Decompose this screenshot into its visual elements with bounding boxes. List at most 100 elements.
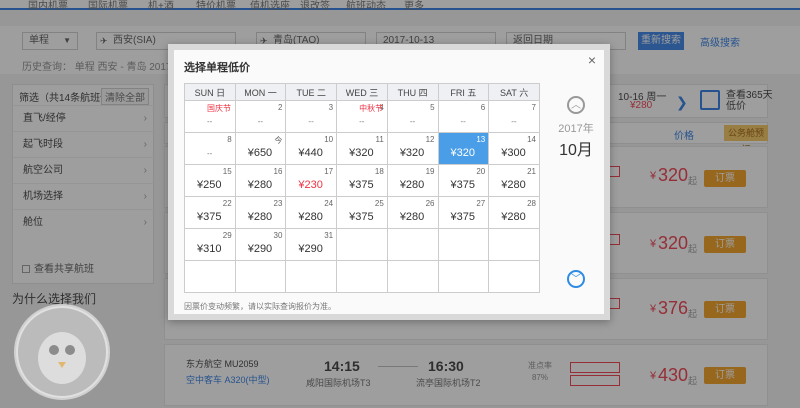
day-price: ¥290 — [298, 243, 323, 255]
calendar-day-cell: 8 -- — [184, 132, 236, 165]
day-price: ¥440 — [298, 147, 323, 159]
day-number: 10 — [324, 135, 334, 144]
day-price: ¥280 — [501, 211, 526, 223]
day-number: 15 — [222, 167, 232, 176]
calendar-day-cell[interactable]: 28 ¥280 — [488, 196, 540, 229]
day-number: 29 — [222, 231, 232, 240]
no-price: -- — [359, 117, 365, 126]
calendar-day-cell[interactable]: 26 ¥280 — [386, 196, 439, 229]
calendar-day-cell[interactable]: 27 ¥375 — [437, 196, 490, 229]
calendar-day-cell: 5 -- — [386, 100, 439, 133]
watermark-logo — [14, 304, 110, 400]
day-number: 12 — [425, 135, 435, 144]
calendar-day-cell[interactable]: 13 ¥320 — [437, 132, 490, 165]
calendar-empty-cell — [285, 260, 338, 293]
weekday-sun: SUN 日 — [184, 83, 236, 101]
calendar-day-cell[interactable]: 30 ¥290 — [234, 228, 287, 261]
weekday-thu: THU 四 — [386, 83, 439, 101]
day-number: 21 — [527, 167, 536, 176]
calendar-empty-cell — [437, 260, 490, 293]
day-number: 26 — [425, 199, 435, 208]
day-number: 6 — [480, 103, 486, 112]
day-number: 17 — [324, 167, 334, 176]
day-number: 5 — [430, 103, 435, 112]
chevron-down-icon[interactable]: ﹀ — [567, 270, 585, 288]
calendar-day-cell[interactable]: 17 ¥230 — [285, 164, 338, 197]
calendar-empty-cell — [386, 260, 439, 293]
day-number: 11 — [375, 135, 384, 144]
day-price: ¥375 — [197, 211, 222, 223]
calendar-empty-cell — [437, 228, 490, 261]
calendar-week-row: 8 -- 今 ¥650 10 ¥440 11 ¥320 12 ¥320 13 ¥320 14 ¥300 — [184, 132, 540, 165]
calendar-day-cell[interactable]: 24 ¥280 — [285, 196, 338, 229]
day-price: ¥310 — [197, 243, 222, 255]
calendar-day-cell[interactable]: 16 ¥280 — [234, 164, 287, 197]
weekday-tue: TUE 二 — [285, 83, 338, 101]
chevron-up-icon[interactable]: ︿ — [567, 96, 585, 114]
day-price: ¥280 — [399, 211, 425, 223]
calendar-day-cell[interactable]: 今 ¥650 — [234, 132, 287, 165]
day-price: ¥320 — [450, 147, 475, 159]
weekday-wed: WED 三 — [336, 83, 388, 101]
weekday-sat: SAT 六 — [488, 83, 540, 101]
day-price: ¥320 — [349, 147, 374, 159]
close-icon[interactable]: × — [588, 52, 596, 68]
calendar-day-cell[interactable]: 29 ¥310 — [184, 228, 236, 261]
calendar-day-cell[interactable]: 21 ¥280 — [488, 164, 540, 197]
day-number: 13 — [476, 135, 486, 144]
day-price: ¥250 — [197, 179, 222, 191]
day-number: 27 — [476, 199, 486, 208]
calendar-day-cell[interactable]: 11 ¥320 — [336, 132, 388, 165]
month-navigator: ︿ 2017年 10月 — [546, 96, 606, 160]
calendar-day-cell[interactable]: 18 ¥375 — [336, 164, 388, 197]
calendar-week-row: 29 ¥310 30 ¥290 31 ¥290 — [184, 228, 540, 261]
calendar-day-cell[interactable]: 25 ¥375 — [336, 196, 388, 229]
day-number: 8 — [227, 135, 232, 144]
day-price: ¥280 — [247, 179, 273, 191]
holiday-label: 中秋节 — [359, 104, 384, 113]
calendar-empty-cell — [336, 228, 388, 261]
low-price-calendar-dialog: 选择单程低价 × SUN 日 MON 一 TUE 二 WED 三 THU 四 F… — [168, 44, 610, 320]
day-number: 3 — [328, 103, 334, 112]
calendar-day-cell[interactable]: 20 ¥375 — [437, 164, 490, 197]
day-number: 20 — [476, 167, 486, 176]
calendar-day-cell: 2 -- — [234, 100, 287, 133]
calendar-day-cell: 7 -- — [488, 100, 540, 133]
day-price: ¥375 — [349, 179, 374, 191]
calendar-day-cell[interactable]: 12 ¥320 — [386, 132, 439, 165]
day-number: 23 — [273, 199, 283, 208]
day-number: 19 — [425, 167, 435, 176]
no-price: -- — [308, 117, 314, 126]
calendar-day-cell: 国庆节 -- — [184, 100, 236, 133]
calendar-empty-cell — [488, 260, 540, 293]
dialog-title: 选择单程低价 — [184, 62, 250, 74]
calendar-day-cell[interactable]: 10 ¥440 — [285, 132, 338, 165]
day-price: ¥375 — [450, 179, 475, 191]
calendar-day-cell[interactable]: 31 ¥290 — [285, 228, 338, 261]
calendar-empty-cell — [386, 228, 439, 261]
day-number: 28 — [527, 199, 536, 208]
calendar-week-row: 15 ¥250 16 ¥280 17 ¥230 18 ¥375 19 ¥280 20 ¥375 21 ¥2… — [184, 164, 540, 197]
day-price: ¥300 — [501, 147, 526, 159]
day-price: ¥375 — [349, 211, 374, 223]
day-price: ¥290 — [247, 243, 273, 255]
day-price: ¥320 — [399, 147, 425, 159]
calendar-day-cell: 3 -- — [285, 100, 338, 133]
no-price: -- — [257, 117, 264, 126]
day-number: 31 — [324, 231, 334, 240]
day-number: 24 — [324, 199, 334, 208]
price-disclaimer: 因票价变动频繁，请以实际查询报价为准。 — [184, 302, 336, 311]
calendar-day-cell[interactable]: 22 ¥375 — [184, 196, 236, 229]
no-price: -- — [460, 117, 466, 126]
month-next: ﹀ — [546, 270, 606, 288]
day-number: 2 — [277, 103, 283, 112]
calendar-year: 2017年 — [558, 123, 594, 135]
calendar-day-cell[interactable]: 19 ¥280 — [386, 164, 439, 197]
day-number: 今 — [274, 136, 283, 145]
calendar-day-cell[interactable]: 23 ¥280 — [234, 196, 287, 229]
calendar-day-cell[interactable]: 14 ¥300 — [488, 132, 540, 165]
holiday-label: 国庆节 — [207, 104, 231, 113]
day-number: 30 — [273, 231, 283, 240]
calendar-day-cell[interactable]: 15 ¥250 — [184, 164, 236, 197]
price-calendar: SUN 日 MON 一 TUE 二 WED 三 THU 四 FRI 五 SAT … — [184, 83, 540, 293]
